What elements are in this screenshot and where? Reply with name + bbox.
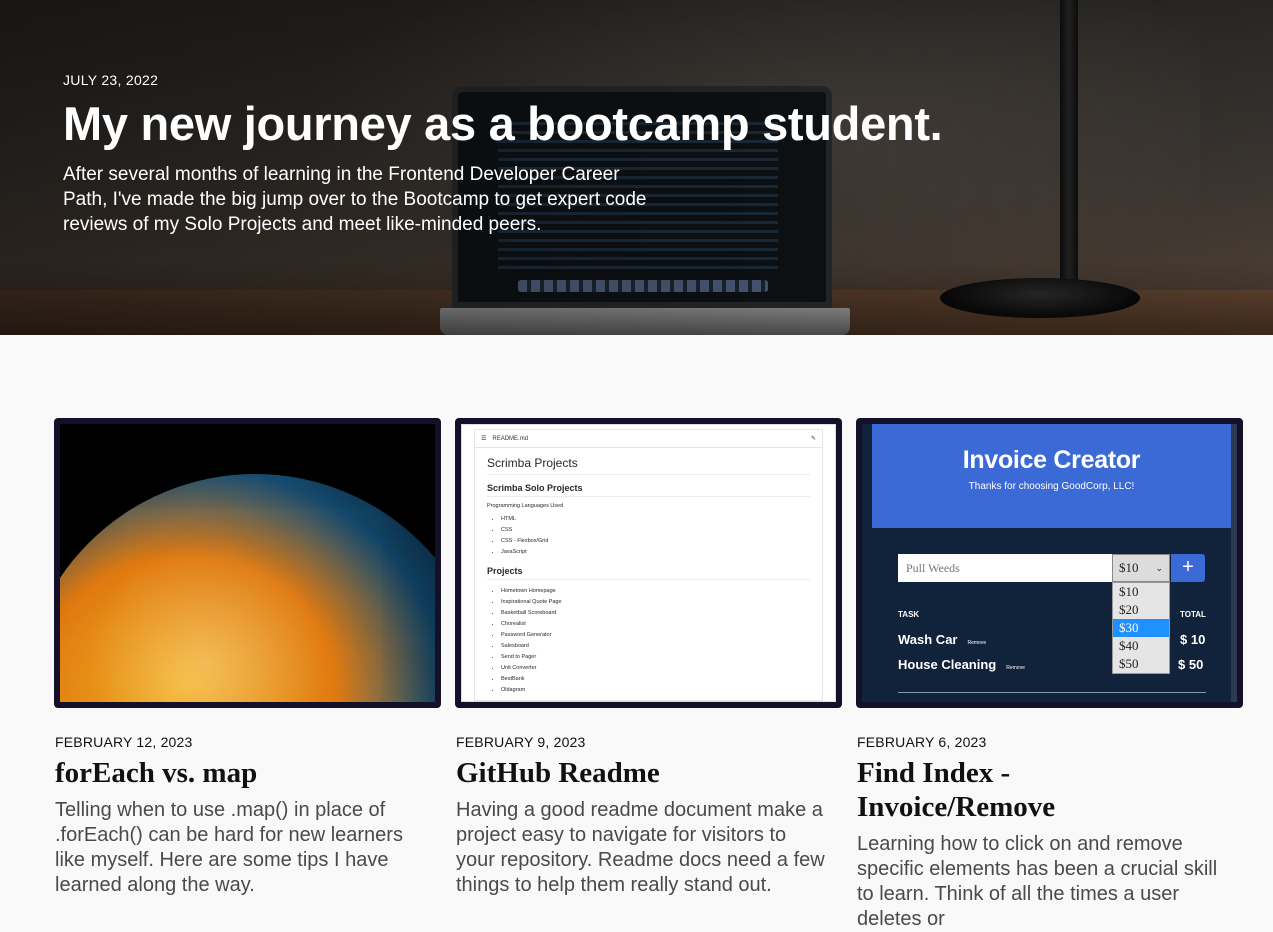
list-item: JavaScript bbox=[501, 547, 810, 558]
invoice-total-header: TOTAL bbox=[1180, 610, 1206, 619]
list-item: Unit Converter bbox=[501, 663, 810, 674]
list-item: Password Generator bbox=[501, 630, 810, 641]
invoice-divider bbox=[898, 692, 1206, 693]
invoice-task-input: Pull Weeds bbox=[898, 554, 1112, 582]
post-grid: FEBRUARY 12, 2023 forEach vs. map Tellin… bbox=[54, 418, 1244, 932]
readme-file-name: README.md bbox=[492, 435, 529, 442]
post-card-find-index[interactable]: Invoice Creator Thanks for choosing Good… bbox=[856, 418, 1243, 932]
post-title[interactable]: GitHub Readme bbox=[455, 756, 842, 790]
list-item: Send to Pager bbox=[501, 652, 810, 663]
post-title[interactable]: Find Index - Invoice/Remove bbox=[856, 756, 1156, 824]
invoice-remove: Remove bbox=[967, 640, 987, 646]
invoice-task: Wash Car bbox=[898, 632, 958, 647]
invoice-title: Invoice Creator bbox=[962, 446, 1141, 474]
hero-date: JULY 23, 2022 bbox=[63, 72, 159, 88]
post-title[interactable]: forEach vs. map bbox=[54, 756, 441, 790]
invoice-remove: Remove bbox=[1006, 665, 1025, 671]
invoice-screenshot: Invoice Creator Thanks for choosing Good… bbox=[862, 424, 1237, 702]
hero-title[interactable]: My new journey as a bootcamp student. bbox=[63, 96, 963, 152]
price-option: $40 bbox=[1119, 638, 1139, 653]
price-option-selected: $30 bbox=[1113, 619, 1169, 637]
invoice-row: House Cleaning Remove bbox=[898, 657, 1025, 672]
post-date: FEBRUARY 6, 2023 bbox=[857, 734, 987, 750]
list-item: Inspirational Quote Page bbox=[501, 597, 810, 608]
hero-content: JULY 23, 2022 My new journey as a bootca… bbox=[63, 72, 963, 237]
post-thumbnail-globe[interactable] bbox=[54, 418, 441, 708]
readme-file-header: ☰ README.md ✎ bbox=[474, 429, 823, 447]
pencil-icon: ✎ bbox=[810, 436, 816, 442]
readme-paragraph: Programming Languages Used bbox=[487, 503, 564, 509]
list-item: Basketball Scoreboard bbox=[501, 608, 810, 619]
post-date: FEBRUARY 9, 2023 bbox=[456, 734, 586, 750]
list-item: CSS bbox=[501, 525, 810, 536]
price-option: $20 bbox=[1119, 602, 1139, 617]
list-item: Hometown Homepage bbox=[501, 586, 810, 597]
post-description: Telling when to use .map() in place of .… bbox=[55, 799, 403, 896]
invoice-header: Invoice Creator Thanks for choosing Good… bbox=[872, 424, 1231, 528]
invoice-price-select: $10 ⌄ bbox=[1112, 554, 1170, 582]
list-item: Oldagram bbox=[501, 685, 810, 696]
post-thumbnail-invoice[interactable]: Invoice Creator Thanks for choosing Good… bbox=[856, 418, 1243, 708]
readme-project-list: Hometown Homepage Inspirational Quote Pa… bbox=[487, 586, 810, 696]
invoice-price-options: $10 $20 $30 $40 $50 bbox=[1112, 582, 1170, 674]
invoice-task-header: TASK bbox=[898, 610, 920, 619]
invoice-row: Wash Car Remove bbox=[898, 632, 986, 647]
price-option: $50 bbox=[1119, 656, 1139, 671]
invoice-select-value: $10 bbox=[1119, 560, 1139, 575]
list-icon: ☰ bbox=[481, 436, 487, 442]
readme-subheading: Scrimba Solo Projects bbox=[487, 483, 810, 497]
list-item: CSS - Flexbox/Grid bbox=[501, 536, 810, 547]
post-date: FEBRUARY 12, 2023 bbox=[55, 734, 193, 750]
post-description: Having a good readme document make a pro… bbox=[456, 799, 825, 896]
readme-content: Scrimba Projects Scrimba Solo Projects P… bbox=[474, 447, 823, 701]
post-card-github-readme[interactable]: ☰ README.md ✎ Scrimba Projects Scrimba S… bbox=[455, 418, 842, 932]
post-description: Learning how to click on and remove spec… bbox=[857, 833, 1218, 930]
readme-screenshot: ☰ README.md ✎ Scrimba Projects Scrimba S… bbox=[461, 424, 836, 702]
hero-banner: JULY 23, 2022 My new journey as a bootca… bbox=[0, 0, 1273, 335]
post-thumbnail-readme[interactable]: ☰ README.md ✎ Scrimba Projects Scrimba S… bbox=[455, 418, 842, 708]
price-option: $10 bbox=[1119, 584, 1139, 599]
invoice-subtitle: Thanks for choosing GoodCorp, LLC! bbox=[968, 481, 1135, 492]
list-item: Salesboard bbox=[501, 641, 810, 652]
invoice-add-button: + bbox=[1171, 554, 1205, 582]
post-card-foreach-map[interactable]: FEBRUARY 12, 2023 forEach vs. map Tellin… bbox=[54, 418, 441, 932]
invoice-amount: $ 50 bbox=[1178, 657, 1204, 672]
invoice-task: House Cleaning bbox=[898, 657, 997, 672]
list-item: HTML bbox=[501, 514, 810, 525]
readme-language-list: HTML CSS CSS - Flexbox/Grid JavaScript bbox=[487, 514, 810, 558]
list-item: BestBank bbox=[501, 674, 810, 685]
chevron-down-icon: ⌄ bbox=[1155, 562, 1163, 573]
list-item: Chorealist bbox=[501, 619, 810, 630]
invoice-side-edge bbox=[1231, 424, 1237, 702]
invoice-amount: $ 10 bbox=[1180, 632, 1206, 647]
hero-description: After several months of learning in the … bbox=[63, 164, 647, 235]
readme-heading: Scrimba Projects bbox=[487, 456, 810, 475]
readme-projects-heading: Projects bbox=[487, 566, 810, 580]
